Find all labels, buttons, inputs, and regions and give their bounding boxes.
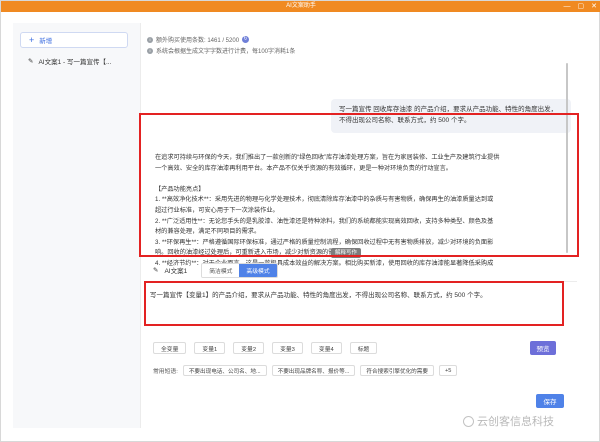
maximize-icon[interactable]: ▢	[578, 1, 585, 12]
divider	[147, 281, 577, 282]
save-button[interactable]: 保存	[536, 394, 564, 408]
main-panel: i 额外购买使用条数: 1461 / 5200 ↻ i 系统会根据生成文字字数进…	[141, 23, 589, 428]
phrase-chip[interactable]: 不要出现电话、公司名、地...	[182, 365, 267, 376]
window-controls: — ▢ ✕	[564, 1, 598, 12]
usage-text: 额外购买使用条数: 1461 / 5200	[156, 38, 240, 44]
edit-icon: ✎	[153, 267, 159, 274]
sidebar-item-label: AI文案1 - 写一篇宣传【...	[38, 59, 112, 66]
new-button[interactable]: + 新增	[20, 32, 128, 48]
variable-chip-1[interactable]: 变量1	[194, 342, 226, 354]
answer-line	[155, 174, 565, 185]
edit-icon: ✎	[28, 58, 34, 65]
close-icon[interactable]: ✕	[591, 1, 597, 12]
sidebar: + 新增 ✎ AI文案1 - 写一篇宣传【...	[13, 23, 141, 428]
title-bar: AI文案助手 — ▢ ✕	[1, 1, 600, 12]
editor-header: ✎ AI文案1 简洁模式 高级模式	[153, 262, 278, 278]
watermark-logo-icon	[463, 415, 474, 427]
phrase-row: 常用短语: 不要出现电话、公司名、地... 不要出现品牌名称、报价等... 符合…	[153, 365, 458, 376]
phrase-label: 常用短语:	[153, 369, 178, 375]
info-icon: i	[147, 47, 153, 54]
prompt-input[interactable]: 写一篇宣传【变量1】的产品介绍，要求从产品功能、特性的角度出发，不得出现公司名称…	[150, 289, 555, 299]
tab-simple-mode[interactable]: 简洁模式	[202, 263, 240, 277]
preview-button[interactable]: 预览	[530, 341, 556, 355]
answer-line: 一个高效、安全的库存油漆再利用平台。本产品不仅关乎资源的有效循环，更是一种对环境…	[155, 164, 452, 172]
variable-chip-4[interactable]: 变量4	[310, 342, 342, 354]
answer-line: 超过行业标准，可安心用于下一次涂装作业。	[155, 206, 279, 214]
variable-chip-all[interactable]: 全变量	[153, 342, 187, 354]
watermark-text: 云创客信息科技	[477, 416, 554, 428]
new-button-label: 新增	[39, 38, 53, 45]
variable-chip-title[interactable]: 标题	[349, 342, 378, 354]
phrase-more-chip[interactable]: +5	[438, 365, 458, 376]
watermark: 云创客信息科技	[463, 413, 554, 429]
usage-info: i 额外购买使用条数: 1461 / 5200 ↻	[147, 35, 250, 44]
answer-line: 2. **广泛适用性**：无论您手头的是乳胶漆、油性漆还是特种涂料，我们的系统都…	[155, 217, 494, 225]
tab-advanced-mode[interactable]: 高级模式	[239, 263, 277, 277]
app-window: AI文案助手 — ▢ ✕ + 新增 ✎ AI文案1 - 写一篇宣传【... i …	[0, 0, 600, 442]
billing-note: i 系统会根据生成文字字数进行计费，每100字消耗1条	[147, 46, 295, 55]
chat-scrollbar[interactable]	[566, 63, 568, 253]
explain-writing-button[interactable]: 解释写作	[331, 248, 361, 258]
plus-icon: +	[29, 34, 35, 45]
answer-line: 【产品功能亮点】	[155, 185, 205, 193]
billing-note-text: 系统会根据生成文字字数进行计费，每100字消耗1条	[156, 49, 296, 55]
answer-line: 材的兼容处理，满足不同项目的需求。	[155, 228, 261, 236]
refresh-icon[interactable]: ↻	[242, 36, 250, 43]
variable-chip-3[interactable]: 变量3	[272, 342, 303, 354]
user-message: 写一篇宣传 回收库存油漆 的产品介绍，要求从产品功能、特性的角度出发，不得出现公…	[331, 99, 571, 133]
answer-line: 在追求可持续与环保的今天，我们推出了一款创新的“绿色回收”库存油漆处理方案，旨在…	[155, 154, 500, 161]
window-title: AI文案助手	[286, 3, 316, 9]
mode-switch: 简洁模式 高级模式	[201, 262, 278, 278]
phrase-chip[interactable]: 不要出现品牌名称、报价等...	[271, 365, 356, 376]
info-icon: i	[147, 36, 153, 43]
variable-row: 全变量 变量1 变量2 变量3 变量4 标题	[153, 342, 378, 354]
editor-title: AI文案1	[164, 268, 188, 275]
variable-chip-2[interactable]: 变量2	[233, 342, 265, 354]
sidebar-item-copy1[interactable]: ✎ AI文案1 - 写一篇宣传【...	[20, 54, 140, 68]
phrase-chip[interactable]: 符合搜索引擎优化的需要	[360, 365, 434, 376]
answer-line: 3. **环保再生**：严格遵循国际环保标准，通过严格的质量控制流程，确保回收过…	[155, 238, 494, 246]
answer-line: 1. **高效净化技术**：采用先进的物理与化学处理技术，彻底清除库存油漆中的杂…	[155, 196, 494, 204]
minimize-icon[interactable]: —	[564, 1, 571, 12]
